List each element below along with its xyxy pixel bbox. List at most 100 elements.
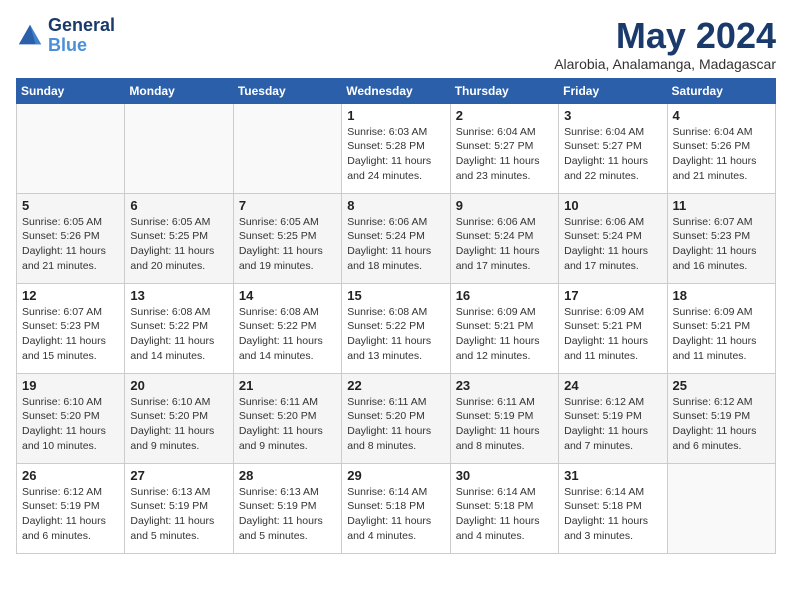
day-number: 4 xyxy=(673,108,770,123)
title-area: May 2024 Alarobia, Analamanga, Madagasca… xyxy=(554,16,776,72)
day-info: Sunrise: 6:07 AM Sunset: 5:23 PM Dayligh… xyxy=(22,305,119,364)
calendar-cell: 6 Sunrise: 6:05 AM Sunset: 5:25 PM Daylig… xyxy=(125,193,233,283)
day-number: 24 xyxy=(564,378,661,393)
day-number: 16 xyxy=(456,288,553,303)
day-info: Sunrise: 6:06 AM Sunset: 5:24 PM Dayligh… xyxy=(564,215,661,274)
day-number: 21 xyxy=(239,378,336,393)
calendar-cell: 8 Sunrise: 6:06 AM Sunset: 5:24 PM Daylig… xyxy=(342,193,450,283)
day-info: Sunrise: 6:04 AM Sunset: 5:26 PM Dayligh… xyxy=(673,125,770,184)
day-info: Sunrise: 6:05 AM Sunset: 5:25 PM Dayligh… xyxy=(239,215,336,274)
calendar-cell: 13Sunrise: 6:08 AM Sunset: 5:22 PM Dayli… xyxy=(125,283,233,373)
weekday-header: Wednesday xyxy=(342,78,450,103)
calendar-cell: 1 Sunrise: 6:03 AM Sunset: 5:28 PM Daylig… xyxy=(342,103,450,193)
day-info: Sunrise: 6:12 AM Sunset: 5:19 PM Dayligh… xyxy=(673,395,770,454)
calendar-cell: 23 Sunrise: 6:11 AM Sunset: 5:19 PM Dayli… xyxy=(450,373,558,463)
day-info: Sunrise: 6:04 AM Sunset: 5:27 PM Dayligh… xyxy=(456,125,553,184)
calendar-cell: 17 Sunrise: 6:09 AM Sunset: 5:21 PM Dayli… xyxy=(559,283,667,373)
day-info: Sunrise: 6:06 AM Sunset: 5:24 PM Dayligh… xyxy=(347,215,444,274)
day-number: 28 xyxy=(239,468,336,483)
calendar-cell: 16 Sunrise: 6:09 AM Sunset: 5:21 PM Dayli… xyxy=(450,283,558,373)
day-number: 10 xyxy=(564,198,661,213)
day-info: Sunrise: 6:08 AM Sunset: 5:22 PM Dayligh… xyxy=(130,305,227,364)
weekday-header: Thursday xyxy=(450,78,558,103)
calendar-cell: 10 Sunrise: 6:06 AM Sunset: 5:24 PM Dayli… xyxy=(559,193,667,283)
weekday-header: Monday xyxy=(125,78,233,103)
calendar-week-row: 12 Sunrise: 6:07 AM Sunset: 5:23 PM Dayli… xyxy=(17,283,776,373)
calendar-week-row: 19Sunrise: 6:10 AM Sunset: 5:20 PM Dayli… xyxy=(17,373,776,463)
day-number: 18 xyxy=(673,288,770,303)
day-info: Sunrise: 6:13 AM Sunset: 5:19 PM Dayligh… xyxy=(239,485,336,544)
day-info: Sunrise: 6:11 AM Sunset: 5:19 PM Dayligh… xyxy=(456,395,553,454)
calendar-cell: 9 Sunrise: 6:06 AM Sunset: 5:24 PM Daylig… xyxy=(450,193,558,283)
calendar-cell: 4 Sunrise: 6:04 AM Sunset: 5:26 PM Daylig… xyxy=(667,103,775,193)
calendar-cell: 14 Sunrise: 6:08 AM Sunset: 5:22 PM Dayli… xyxy=(233,283,341,373)
day-number: 25 xyxy=(673,378,770,393)
day-info: Sunrise: 6:03 AM Sunset: 5:28 PM Dayligh… xyxy=(347,125,444,184)
calendar-cell: 20 Sunrise: 6:10 AM Sunset: 5:20 PM Dayli… xyxy=(125,373,233,463)
calendar-cell: 2 Sunrise: 6:04 AM Sunset: 5:27 PM Daylig… xyxy=(450,103,558,193)
calendar-week-row: 1 Sunrise: 6:03 AM Sunset: 5:28 PM Daylig… xyxy=(17,103,776,193)
weekday-header: Tuesday xyxy=(233,78,341,103)
day-info: Sunrise: 6:13 AM Sunset: 5:19 PM Dayligh… xyxy=(130,485,227,544)
day-number: 14 xyxy=(239,288,336,303)
day-number: 1 xyxy=(347,108,444,123)
day-info: Sunrise: 6:14 AM Sunset: 5:18 PM Dayligh… xyxy=(564,485,661,544)
calendar-cell: 22 Sunrise: 6:11 AM Sunset: 5:20 PM Dayli… xyxy=(342,373,450,463)
day-info: Sunrise: 6:12 AM Sunset: 5:19 PM Dayligh… xyxy=(22,485,119,544)
logo-text: General Blue xyxy=(48,16,115,56)
calendar-header-row: SundayMondayTuesdayWednesdayThursdayFrid… xyxy=(17,78,776,103)
day-info: Sunrise: 6:07 AM Sunset: 5:23 PM Dayligh… xyxy=(673,215,770,274)
calendar-cell: 19Sunrise: 6:10 AM Sunset: 5:20 PM Dayli… xyxy=(17,373,125,463)
day-info: Sunrise: 6:05 AM Sunset: 5:25 PM Dayligh… xyxy=(130,215,227,274)
calendar-cell: 12 Sunrise: 6:07 AM Sunset: 5:23 PM Dayli… xyxy=(17,283,125,373)
calendar-cell: 11 Sunrise: 6:07 AM Sunset: 5:23 PM Dayli… xyxy=(667,193,775,283)
day-number: 20 xyxy=(130,378,227,393)
day-number: 8 xyxy=(347,198,444,213)
calendar-cell: 26Sunrise: 6:12 AM Sunset: 5:19 PM Dayli… xyxy=(17,463,125,553)
day-info: Sunrise: 6:10 AM Sunset: 5:20 PM Dayligh… xyxy=(130,395,227,454)
day-info: Sunrise: 6:09 AM Sunset: 5:21 PM Dayligh… xyxy=(456,305,553,364)
calendar-cell: 31 Sunrise: 6:14 AM Sunset: 5:18 PM Dayli… xyxy=(559,463,667,553)
day-number: 5 xyxy=(22,198,119,213)
day-number: 2 xyxy=(456,108,553,123)
page-header: General Blue May 2024 Alarobia, Analaman… xyxy=(16,16,776,72)
day-info: Sunrise: 6:09 AM Sunset: 5:21 PM Dayligh… xyxy=(673,305,770,364)
calendar-cell: 3Sunrise: 6:04 AM Sunset: 5:27 PM Daylig… xyxy=(559,103,667,193)
day-info: Sunrise: 6:14 AM Sunset: 5:18 PM Dayligh… xyxy=(347,485,444,544)
day-number: 12 xyxy=(22,288,119,303)
calendar-body: 1 Sunrise: 6:03 AM Sunset: 5:28 PM Daylig… xyxy=(17,103,776,553)
day-info: Sunrise: 6:12 AM Sunset: 5:19 PM Dayligh… xyxy=(564,395,661,454)
day-info: Sunrise: 6:05 AM Sunset: 5:26 PM Dayligh… xyxy=(22,215,119,274)
day-number: 7 xyxy=(239,198,336,213)
calendar-cell: 7 Sunrise: 6:05 AM Sunset: 5:25 PM Daylig… xyxy=(233,193,341,283)
day-info: Sunrise: 6:11 AM Sunset: 5:20 PM Dayligh… xyxy=(347,395,444,454)
day-number: 11 xyxy=(673,198,770,213)
calendar-week-row: 5 Sunrise: 6:05 AM Sunset: 5:26 PM Daylig… xyxy=(17,193,776,283)
logo-icon xyxy=(16,22,44,50)
day-number: 9 xyxy=(456,198,553,213)
day-info: Sunrise: 6:09 AM Sunset: 5:21 PM Dayligh… xyxy=(564,305,661,364)
calendar-week-row: 26Sunrise: 6:12 AM Sunset: 5:19 PM Dayli… xyxy=(17,463,776,553)
day-number: 27 xyxy=(130,468,227,483)
day-number: 22 xyxy=(347,378,444,393)
calendar-cell: 18 Sunrise: 6:09 AM Sunset: 5:21 PM Dayli… xyxy=(667,283,775,373)
location: Alarobia, Analamanga, Madagascar xyxy=(554,56,776,72)
calendar-cell: 25 Sunrise: 6:12 AM Sunset: 5:19 PM Dayli… xyxy=(667,373,775,463)
weekday-header: Friday xyxy=(559,78,667,103)
calendar-cell xyxy=(233,103,341,193)
day-number: 15 xyxy=(347,288,444,303)
day-info: Sunrise: 6:08 AM Sunset: 5:22 PM Dayligh… xyxy=(239,305,336,364)
day-number: 6 xyxy=(130,198,227,213)
calendar-cell xyxy=(125,103,233,193)
day-number: 31 xyxy=(564,468,661,483)
calendar-table: SundayMondayTuesdayWednesdayThursdayFrid… xyxy=(16,78,776,554)
day-number: 23 xyxy=(456,378,553,393)
calendar-cell: 15 Sunrise: 6:08 AM Sunset: 5:22 PM Dayli… xyxy=(342,283,450,373)
day-number: 30 xyxy=(456,468,553,483)
day-info: Sunrise: 6:10 AM Sunset: 5:20 PM Dayligh… xyxy=(22,395,119,454)
day-info: Sunrise: 6:06 AM Sunset: 5:24 PM Dayligh… xyxy=(456,215,553,274)
day-info: Sunrise: 6:08 AM Sunset: 5:22 PM Dayligh… xyxy=(347,305,444,364)
day-number: 17 xyxy=(564,288,661,303)
month-title: May 2024 xyxy=(554,16,776,56)
calendar-cell: 28 Sunrise: 6:13 AM Sunset: 5:19 PM Dayli… xyxy=(233,463,341,553)
